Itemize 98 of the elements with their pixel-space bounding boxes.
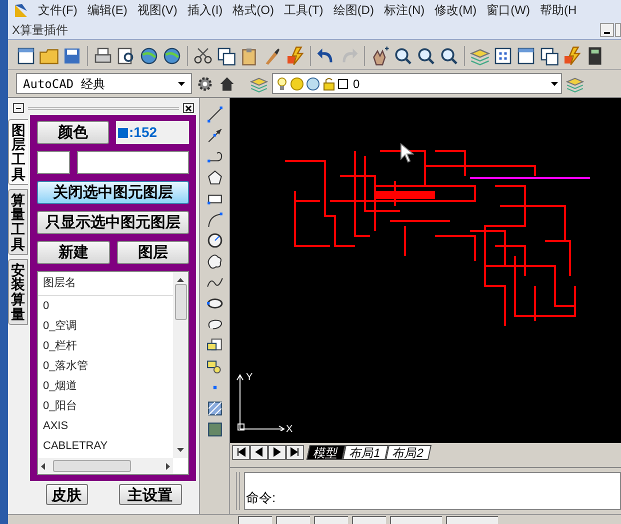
- menu-item[interactable]: 帮助(H: [540, 1, 577, 19]
- collapse-button[interactable]: [13, 103, 24, 113]
- nav-next-button[interactable]: [268, 444, 286, 460]
- new-document-icon[interactable]: [16, 46, 36, 66]
- close-button[interactable]: [183, 103, 194, 113]
- nav-first-button[interactable]: [232, 444, 250, 460]
- color-button[interactable]: 颜色: [37, 121, 109, 144]
- globe-icon[interactable]: [139, 46, 159, 66]
- minimize-icon: [604, 32, 610, 34]
- copy-icon[interactable]: [539, 46, 559, 66]
- minimize-button[interactable]: [600, 22, 614, 36]
- layer-combo[interactable]: 0: [272, 73, 562, 94]
- document-icon[interactable]: [516, 46, 536, 66]
- list-item[interactable]: 0_阳台: [38, 396, 173, 416]
- menu-item[interactable]: 窗口(W): [486, 1, 530, 19]
- nav-previous-icon: [253, 446, 265, 458]
- cursor-icon: [400, 143, 414, 163]
- scroll-right-icon: [166, 462, 170, 470]
- scroll-left-icon: [41, 462, 45, 470]
- lock-icon[interactable]: [322, 76, 336, 90]
- nav-last-icon: [289, 446, 301, 458]
- circle-icon[interactable]: [206, 232, 224, 249]
- action-button[interactable]: 关闭选中图元图层: [37, 181, 189, 204]
- menu-item[interactable]: 编辑(E): [87, 1, 128, 19]
- menu-item[interactable]: 修改(M): [434, 1, 477, 19]
- nav-next-icon: [271, 446, 283, 458]
- nav-previous-button[interactable]: [250, 444, 268, 460]
- scroll-down-icon: [177, 448, 184, 452]
- close-icon: [185, 104, 192, 112]
- zoom-icon[interactable]: [439, 46, 459, 66]
- app-logo-icon: [14, 2, 28, 18]
- gear-icon[interactable]: [196, 74, 214, 92]
- menu-item[interactable]: 标注(N): [384, 1, 425, 19]
- input-field[interactable]: [77, 151, 189, 174]
- layout-tab[interactable]: 模型: [306, 444, 346, 460]
- grid-icon[interactable]: [493, 46, 513, 66]
- menu-item[interactable]: 视图(V): [137, 1, 178, 19]
- action-button[interactable]: 新建: [37, 241, 110, 264]
- command-prompt: 命令:: [246, 488, 276, 506]
- list-item[interactable]: AXIS: [38, 416, 173, 436]
- color-square-icon: [338, 78, 348, 88]
- list-item[interactable]: 0: [38, 296, 173, 316]
- list-item[interactable]: CABLETRAY: [38, 436, 173, 456]
- action-button[interactable]: 只显示选中图元图层: [37, 211, 189, 234]
- insert-icon[interactable]: [206, 358, 224, 375]
- polygon-icon[interactable]: [206, 169, 224, 186]
- list-item[interactable]: 0_栏杆: [38, 336, 173, 356]
- vertical-scrollbar[interactable]: [173, 272, 188, 458]
- zoom-icon[interactable]: [416, 46, 436, 66]
- clipboard-icon[interactable]: [239, 46, 259, 66]
- save-icon[interactable]: [62, 46, 82, 66]
- workspace-combo[interactable]: AutoCAD 经典: [16, 73, 192, 94]
- nav-last-button[interactable]: [286, 444, 304, 460]
- globe-icon[interactable]: [162, 46, 182, 66]
- menu-item[interactable]: 文件(F): [38, 1, 78, 19]
- scroll-up-icon: [177, 278, 184, 282]
- menu-item[interactable]: 格式(O): [232, 1, 274, 19]
- printer-icon[interactable]: [93, 46, 113, 66]
- nav-first-icon: [235, 446, 247, 458]
- arrow-line-icon[interactable]: [206, 127, 224, 144]
- list-item[interactable]: 0_烟道: [38, 376, 173, 396]
- zoom-icon[interactable]: [393, 46, 413, 66]
- dropdown-arrow-icon: [178, 82, 185, 86]
- palette-tab[interactable]: 算量工具: [8, 189, 28, 255]
- sun-icon[interactable]: [290, 76, 304, 90]
- menu-item[interactable]: 工具(T): [284, 1, 324, 19]
- cut-icon[interactable]: [193, 46, 213, 66]
- footer-button[interactable]: 皮肤: [46, 484, 88, 505]
- layer-name: 0: [353, 76, 360, 92]
- arc-icon[interactable]: [206, 211, 224, 228]
- document-title: X算量插件: [12, 22, 68, 38]
- hatch-icon[interactable]: [206, 400, 224, 417]
- layout-tab[interactable]: 布局2: [385, 444, 431, 460]
- gradient-icon[interactable]: [206, 421, 224, 438]
- color-number: :152: [129, 123, 158, 142]
- palette-tab[interactable]: 图层工具: [8, 119, 28, 185]
- palette-tab[interactable]: 安装算量: [8, 259, 28, 325]
- footer-button[interactable]: 主设置: [118, 484, 182, 505]
- copy-icon[interactable]: [216, 46, 236, 66]
- horizontal-scrollbar[interactable]: [38, 458, 173, 474]
- list-item[interactable]: 0_落水管: [38, 356, 173, 376]
- house-icon[interactable]: [218, 74, 236, 92]
- ucs-icon: [236, 373, 286, 431]
- menu-item[interactable]: 绘图(D): [333, 1, 374, 19]
- action-button[interactable]: 图层: [116, 241, 189, 264]
- color-swatch-icon: [118, 128, 128, 138]
- preview-icon[interactable]: [116, 46, 136, 66]
- axis-label: Y: [246, 371, 253, 385]
- scroll-thumb[interactable]: [53, 460, 131, 472]
- scroll-thumb[interactable]: [174, 284, 186, 320]
- dropdown-arrow-icon: [551, 82, 558, 86]
- axis-label: X: [286, 423, 293, 437]
- list-item[interactable]: 0_空调: [38, 316, 173, 336]
- line-icon[interactable]: [206, 106, 224, 123]
- menu-item[interactable]: 插入(I): [187, 1, 223, 19]
- layout-tab[interactable]: 布局1: [342, 444, 388, 460]
- lightbulb-icon[interactable]: [276, 76, 288, 90]
- input-field[interactable]: [37, 151, 70, 174]
